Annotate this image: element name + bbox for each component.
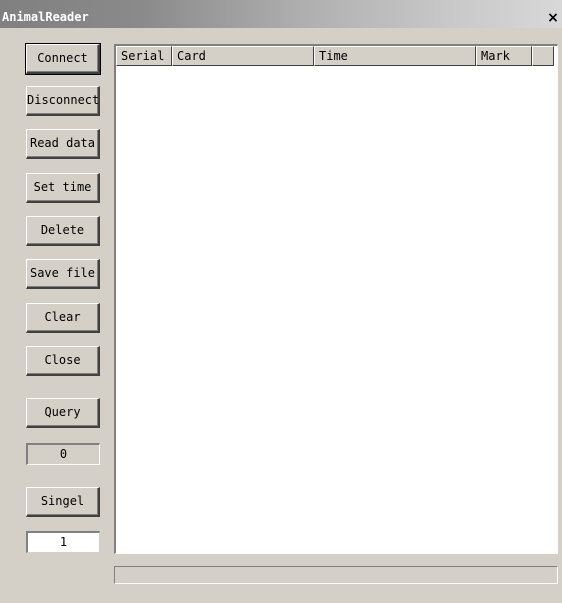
column-header-serial[interactable]: Serial	[116, 46, 172, 66]
save-file-button[interactable]: Save file	[26, 259, 100, 289]
read-data-button[interactable]: Read data	[26, 129, 100, 159]
close-window-button[interactable]: ×	[546, 10, 560, 26]
connect-button[interactable]: Connect	[25, 43, 101, 75]
window-title: AnimalReader	[2, 10, 89, 24]
clear-button[interactable]: Clear	[26, 303, 100, 333]
app-window: AnimalReader × Connect Disconnect Read d…	[0, 0, 562, 603]
column-header-time[interactable]: Time	[314, 46, 476, 66]
close-button[interactable]: Close	[26, 346, 100, 376]
progress-bar	[114, 566, 558, 584]
single-value-input[interactable]: 1	[26, 531, 100, 553]
delete-button[interactable]: Delete	[26, 216, 100, 246]
query-count-display: 0	[26, 443, 100, 465]
column-header-empty[interactable]	[532, 46, 554, 66]
query-button[interactable]: Query	[26, 398, 100, 428]
column-header-card[interactable]: Card	[172, 46, 314, 66]
records-list[interactable]: Serial Card Time Mark	[114, 44, 558, 554]
disconnect-button[interactable]: Disconnect	[26, 86, 100, 116]
title-bar[interactable]: AnimalReader ×	[0, 0, 562, 28]
column-header-mark[interactable]: Mark	[476, 46, 532, 66]
list-header: Serial Card Time Mark	[116, 46, 554, 66]
set-time-button[interactable]: Set time	[26, 173, 100, 203]
single-button[interactable]: Singel	[26, 487, 100, 517]
